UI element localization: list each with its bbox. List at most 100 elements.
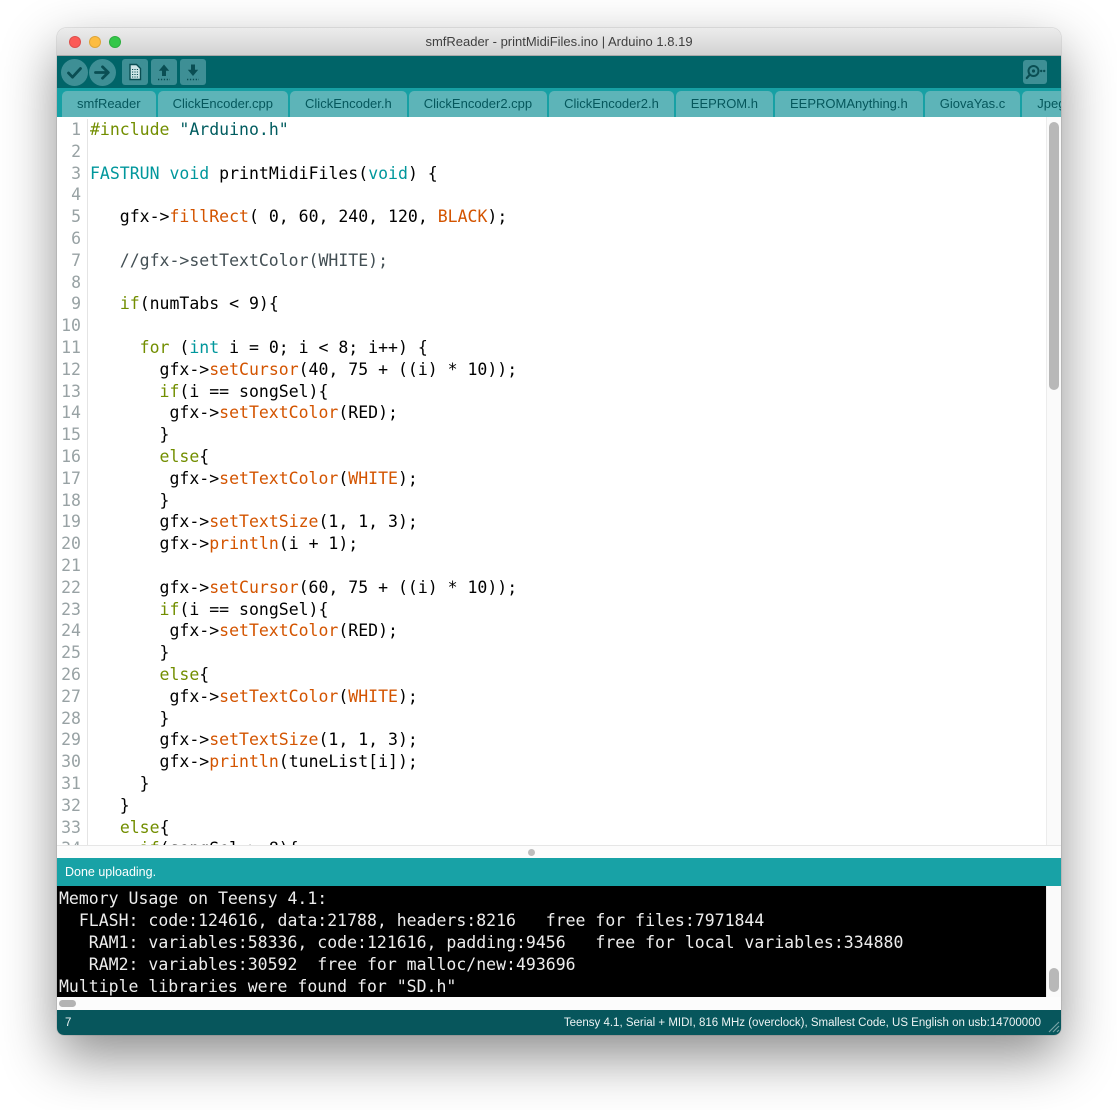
- code-line[interactable]: 2: [57, 141, 1046, 163]
- tab-eeprom-h[interactable]: EEPROM.h: [676, 91, 773, 117]
- code-line[interactable]: 9 if(numTabs < 9){: [57, 293, 1046, 315]
- code-text: gfx->setTextColor(RED);: [88, 402, 398, 424]
- console-horizontal-scrollbar-thumb[interactable]: [59, 1000, 76, 1007]
- code-text: }: [88, 708, 169, 730]
- console-horizontal-scrollbar[interactable]: [57, 997, 1061, 1010]
- line-number: 28: [57, 708, 88, 730]
- code-text: gfx->setTextColor(WHITE);: [88, 686, 418, 708]
- window-title: smfReader - printMidiFiles.ino | Arduino…: [57, 28, 1061, 55]
- line-number: 17: [57, 468, 88, 490]
- line-number: 9: [57, 293, 88, 315]
- line-number: 1: [57, 119, 88, 141]
- code-line[interactable]: 34 if(songSel > 8){: [57, 838, 1046, 845]
- code-line[interactable]: 7 //gfx->setTextColor(WHITE);: [57, 250, 1046, 272]
- code-line[interactable]: 25 }: [57, 642, 1046, 664]
- code-line[interactable]: 30 gfx->println(tuneList[i]);: [57, 751, 1046, 773]
- open-sketch-button[interactable]: [151, 59, 177, 85]
- code-text: else{: [88, 817, 170, 839]
- console-line: Multiple libraries were found for "SD.h": [59, 976, 1045, 997]
- code-line[interactable]: 26 else{: [57, 664, 1046, 686]
- code-line[interactable]: 16 else{: [57, 446, 1046, 468]
- code-text: if(i == songSel){: [88, 599, 328, 621]
- code-line[interactable]: 28 }: [57, 708, 1046, 730]
- code-line[interactable]: 4: [57, 184, 1046, 206]
- code-line[interactable]: 15 }: [57, 424, 1046, 446]
- line-number: 19: [57, 511, 88, 533]
- open-up-arrow-icon: [151, 59, 177, 85]
- code-line[interactable]: 23 if(i == songSel){: [57, 599, 1046, 621]
- save-sketch-button[interactable]: [180, 59, 206, 85]
- line-number: 5: [57, 206, 88, 228]
- code-line[interactable]: 18 }: [57, 490, 1046, 512]
- minimize-button[interactable]: [89, 36, 101, 48]
- code-line[interactable]: 27 gfx->setTextColor(WHITE);: [57, 686, 1046, 708]
- tab-clickencoder2-h[interactable]: ClickEncoder2.h: [549, 91, 674, 117]
- upload-button[interactable]: [89, 59, 116, 86]
- console-output: Memory Usage on Teensy 4.1: FLASH: code:…: [59, 888, 1045, 997]
- window-controls: [69, 36, 121, 48]
- tab-eepromanything-h[interactable]: EEPROMAnything.h: [775, 91, 923, 117]
- code-line[interactable]: 3FASTRUN void printMidiFiles(void) {: [57, 163, 1046, 185]
- tab-giovayas-c[interactable]: GiovaYas.c: [925, 91, 1021, 117]
- tab-clickencoder-cpp[interactable]: ClickEncoder.cpp: [158, 91, 288, 117]
- tab-label: ClickEncoder.cpp: [173, 96, 273, 111]
- line-number: 14: [57, 402, 88, 424]
- code-line[interactable]: 24 gfx->setTextColor(RED);: [57, 620, 1046, 642]
- code-line[interactable]: 10: [57, 315, 1046, 337]
- code-text: if(i == songSel){: [88, 381, 328, 403]
- tab-clickencoder-h[interactable]: ClickEncoder.h: [290, 91, 407, 117]
- code-line[interactable]: 13 if(i == songSel){: [57, 381, 1046, 403]
- code-line[interactable]: 22 gfx->setCursor(60, 75 + ((i) * 10));: [57, 577, 1046, 599]
- editor-horizontal-scrollbar-dot[interactable]: [528, 849, 535, 856]
- new-sketch-button[interactable]: [122, 59, 148, 85]
- code-text: gfx->fillRect( 0, 60, 240, 120, BLACK);: [88, 206, 507, 228]
- code-text: for (int i = 0; i < 8; i++) {: [88, 337, 428, 359]
- code-line[interactable]: 11 for (int i = 0; i < 8; i++) {: [57, 337, 1046, 359]
- upload-status-text: Done uploading.: [65, 865, 156, 879]
- console-panel: Memory Usage on Teensy 4.1: FLASH: code:…: [57, 886, 1061, 997]
- code-line[interactable]: 14 gfx->setTextColor(RED);: [57, 402, 1046, 424]
- code-line[interactable]: 12 gfx->setCursor(40, 75 + ((i) * 10));: [57, 359, 1046, 381]
- code-text: //gfx->setTextColor(WHITE);: [88, 250, 388, 272]
- serial-monitor-button[interactable]: [1023, 60, 1047, 84]
- code-line[interactable]: 21: [57, 555, 1046, 577]
- code-line[interactable]: 6: [57, 228, 1046, 250]
- code-line[interactable]: 1#include "Arduino.h": [57, 119, 1046, 141]
- code-line[interactable]: 5 gfx->fillRect( 0, 60, 240, 120, BLACK)…: [57, 206, 1046, 228]
- tab-clickencoder2-cpp[interactable]: ClickEncoder2.cpp: [409, 91, 547, 117]
- tab-overflow[interactable]: JpegIc.h: [1022, 91, 1061, 117]
- console-line: RAM1: variables:58336, code:121616, padd…: [59, 932, 1045, 954]
- line-number: 7: [57, 250, 88, 272]
- line-number: 4: [57, 184, 88, 206]
- editor-scrollbar-thumb[interactable]: [1049, 122, 1059, 390]
- line-number: 16: [57, 446, 88, 468]
- tab-label: EEPROMAnything.h: [790, 96, 908, 111]
- zoom-button[interactable]: [109, 36, 121, 48]
- console-scrollbar-thumb[interactable]: [1049, 968, 1059, 992]
- code-text: }: [88, 490, 169, 512]
- code-text: [88, 141, 90, 163]
- verify-button[interactable]: [61, 59, 88, 86]
- line-number: 6: [57, 228, 88, 250]
- line-number: 33: [57, 817, 88, 839]
- code-line[interactable]: 8: [57, 272, 1046, 294]
- tab-label: JpegI: [1037, 91, 1061, 117]
- console-vertical-scrollbar[interactable]: [1046, 886, 1061, 997]
- code-line[interactable]: 33 else{: [57, 817, 1046, 839]
- editor-vertical-scrollbar[interactable]: [1046, 117, 1061, 845]
- code-line[interactable]: 20 gfx->println(i + 1);: [57, 533, 1046, 555]
- line-number-indicator: 7: [65, 1017, 71, 1029]
- close-button[interactable]: [69, 36, 81, 48]
- editor-horizontal-scrollbar[interactable]: [57, 845, 1061, 858]
- code-line[interactable]: 19 gfx->setTextSize(1, 1, 3);: [57, 511, 1046, 533]
- code-line[interactable]: 17 gfx->setTextColor(WHITE);: [57, 468, 1046, 490]
- code-text: [88, 184, 90, 206]
- code-text: FASTRUN void printMidiFiles(void) {: [88, 163, 438, 185]
- code-line[interactable]: 32 }: [57, 795, 1046, 817]
- resize-grip-icon[interactable]: [1047, 1020, 1060, 1033]
- code-line[interactable]: 31 }: [57, 773, 1046, 795]
- code-text: [88, 272, 90, 294]
- code-editor[interactable]: 1#include "Arduino.h"23FASTRUN void prin…: [57, 117, 1061, 845]
- tab-smfreader[interactable]: smfReader: [62, 91, 156, 117]
- code-line[interactable]: 29 gfx->setTextSize(1, 1, 3);: [57, 729, 1046, 751]
